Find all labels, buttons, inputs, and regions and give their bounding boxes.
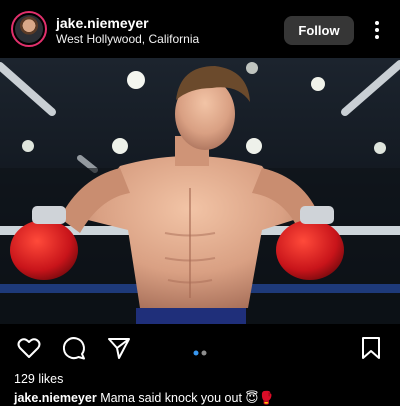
boxer-photo-illustration: [0, 58, 400, 324]
caption-username[interactable]: jake.niemeyer: [14, 391, 97, 405]
likes-count[interactable]: 129 likes: [14, 372, 63, 386]
post-header: jake.niemeyer West Hollywood, California…: [0, 0, 400, 58]
more-options-icon[interactable]: [366, 19, 388, 41]
comment-icon[interactable]: [61, 335, 87, 361]
caption: jake.niemeyer Mama said knock you out 😇🥊: [14, 390, 274, 406]
avatar[interactable]: [11, 11, 47, 47]
carousel-dot-active: [193, 350, 199, 356]
post-actions: [0, 324, 400, 370]
caption-text: Mama said knock you out: [100, 391, 242, 405]
follow-button[interactable]: Follow: [284, 16, 354, 45]
heart-icon[interactable]: [16, 335, 42, 361]
avatar-image: [15, 15, 43, 43]
share-icon[interactable]: [106, 335, 132, 361]
bookmark-icon[interactable]: [358, 335, 384, 361]
carousel-indicator: [193, 343, 209, 356]
post-location[interactable]: West Hollywood, California: [56, 32, 199, 46]
caption-emoji: 😇🥊: [245, 391, 275, 405]
post-username[interactable]: jake.niemeyer: [56, 15, 149, 31]
post-photo[interactable]: [0, 58, 400, 324]
carousel-dot: [201, 350, 207, 356]
